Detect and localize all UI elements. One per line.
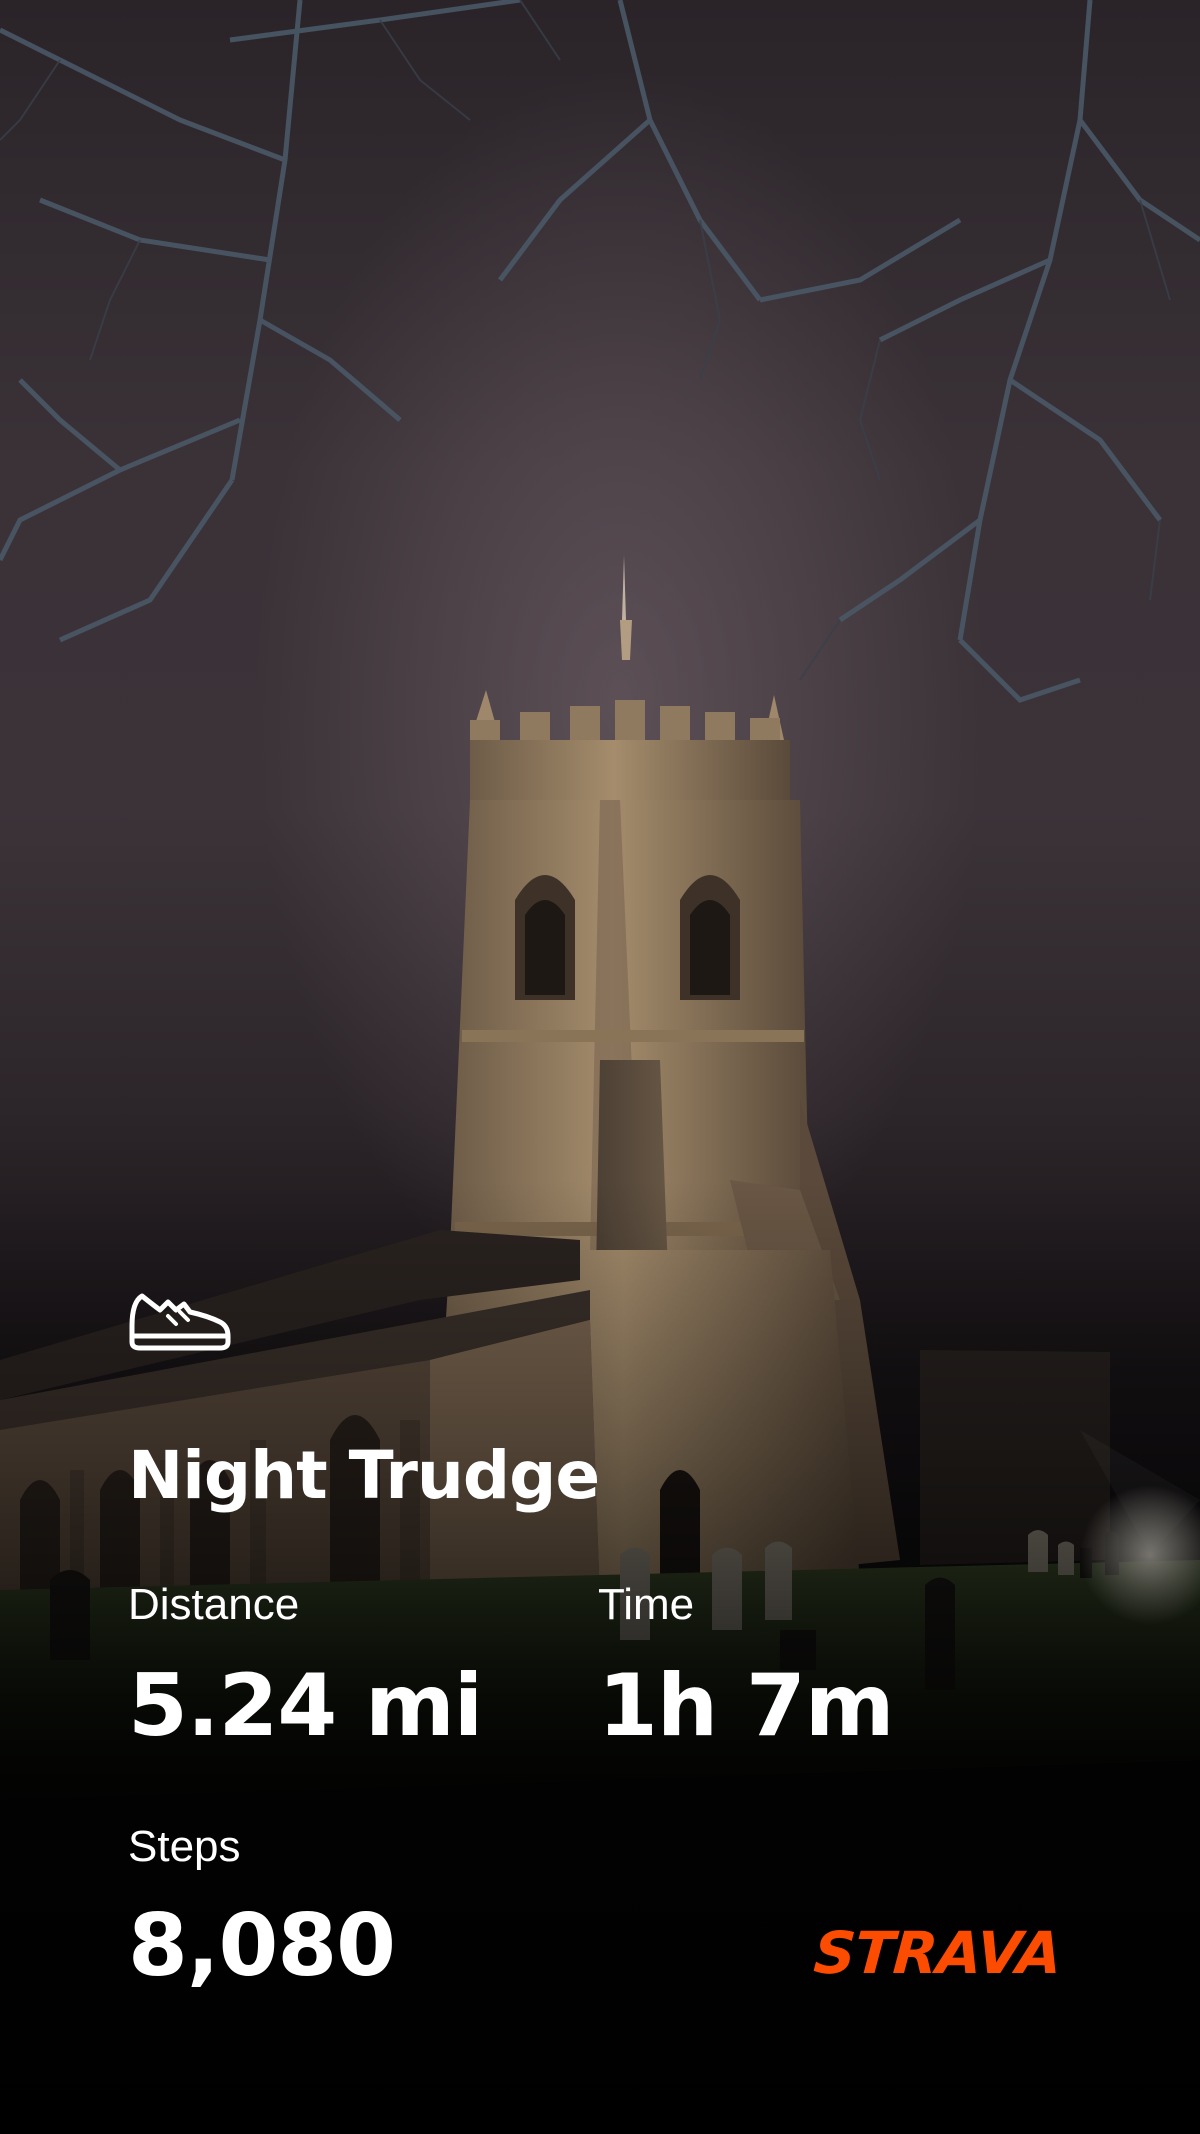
distance-label: Distance bbox=[128, 1580, 300, 1629]
activity-title: Night Trudge bbox=[128, 1437, 600, 1514]
running-shoe-icon bbox=[129, 1293, 231, 1351]
time-value: 1h 7m bbox=[598, 1656, 894, 1756]
steps-label: Steps bbox=[128, 1822, 241, 1871]
time-label: Time bbox=[598, 1580, 695, 1629]
tree-branches bbox=[0, 0, 1200, 703]
strava-logo: STRAVA bbox=[811, 1919, 1064, 1987]
activity-share-card: Night Trudge Distance 5.24 mi Time 1h 7m… bbox=[0, 0, 1200, 2134]
steps-value: 8,080 bbox=[128, 1896, 396, 1996]
distance-value: 5.24 mi bbox=[128, 1656, 483, 1756]
